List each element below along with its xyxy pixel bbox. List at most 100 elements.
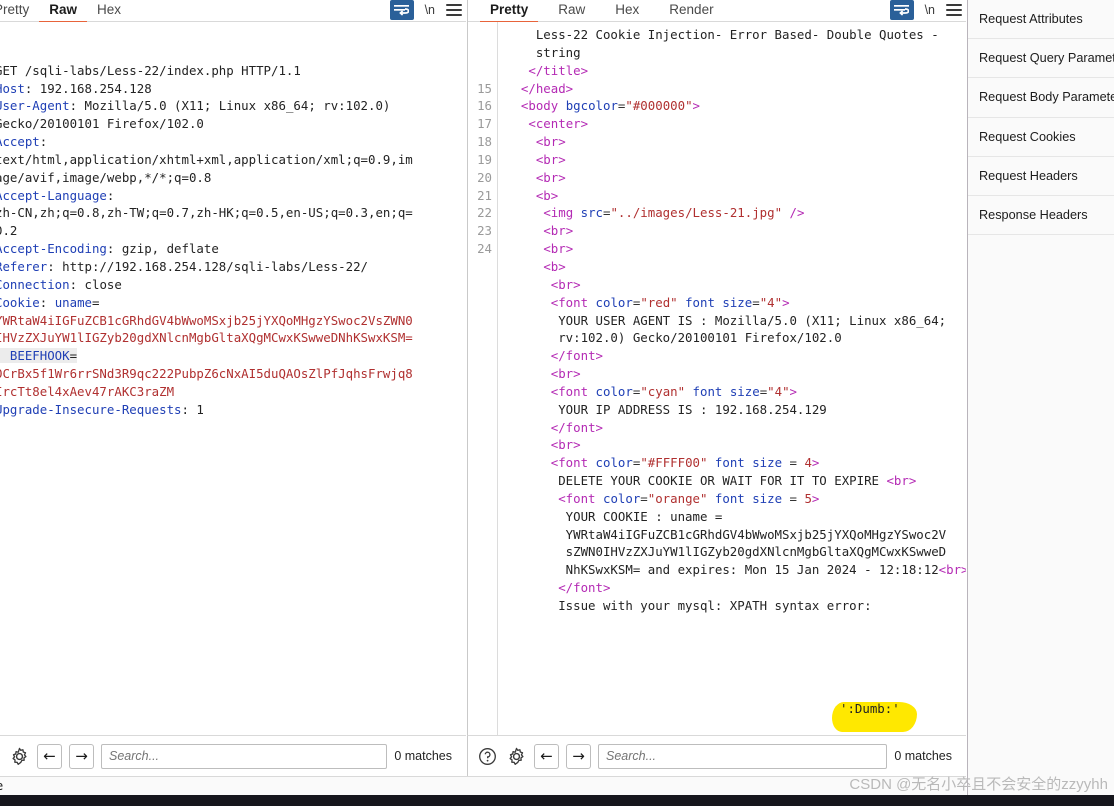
word-wrap-icon[interactable] xyxy=(889,0,914,20)
code-token: color xyxy=(588,383,633,399)
response-search-input[interactable] xyxy=(598,743,888,769)
code-line: <b> xyxy=(506,187,966,205)
code-line: YWRtaW4iIGFuZCB1cGRhdGV4bWwoMSxjb25jYXQo… xyxy=(0,312,466,330)
code-token: sZWN0IHVzZXJuYW1lIGZyb20gdXNlcnMgbGltaXQ… xyxy=(506,544,947,560)
code-token: Accept-Language xyxy=(0,187,107,203)
inspector-item-request-headers[interactable]: Request Headers xyxy=(968,157,1114,196)
code-line: <font color="red" font size="4"> xyxy=(506,294,966,312)
code-line: <br> xyxy=(506,169,966,187)
code-line: <font color="#FFFF00" font size = 4> xyxy=(506,454,966,472)
request-search-toolbar: ← → 0 matches xyxy=(0,735,466,776)
tab-response-pretty[interactable]: Pretty xyxy=(480,0,539,23)
code-token: <b> xyxy=(535,187,559,203)
tab-request-raw[interactable]: Raw xyxy=(39,0,88,23)
code-token: <font xyxy=(550,455,589,471)
tab-response-render[interactable]: Render xyxy=(659,0,723,21)
hamburger-menu-icon[interactable] xyxy=(946,4,962,16)
search-prev-button[interactable]: ← xyxy=(534,743,559,769)
code-line: YOUR IP ADDRESS IS : 192.168.254.129 xyxy=(506,401,966,419)
response-editor[interactable]: 15 16 17 18 19 20 21 22 23 24 Less-22 Cookie Inje… xyxy=(468,22,966,735)
tab-request-pretty[interactable]: Pretty xyxy=(0,0,39,21)
code-token: > xyxy=(811,490,820,506)
code-token: font size xyxy=(707,455,783,471)
tab-request-hex[interactable]: Hex xyxy=(87,0,131,21)
gear-icon[interactable] xyxy=(8,745,30,767)
code-line: User-Agent: Mozilla/5.0 (X11; Linux x86_… xyxy=(0,97,466,115)
code-line: <br> xyxy=(506,222,966,240)
code-token: age/avif,image/webp,*/*;q=0.8 xyxy=(0,169,212,185)
code-line: Issue with your mysql: XPATH syntax erro… xyxy=(506,597,966,615)
code-token: 0.2 xyxy=(0,223,18,239)
code-line: <body bgcolor="#000000"> xyxy=(506,97,966,115)
response-panel: Pretty Raw Hex Render \n 15 16 17 18 19 … xyxy=(467,0,966,806)
code-token: <br> xyxy=(535,134,566,150)
code-token: BEEFHOOK xyxy=(9,348,70,364)
code-token: "4" xyxy=(767,383,790,399)
code-token: <body xyxy=(520,98,559,114)
code-line: Cookie: uname= xyxy=(0,294,466,312)
newline-toggle-icon[interactable]: \n xyxy=(423,3,437,17)
request-tabbar: Pretty Raw Hex \n xyxy=(0,0,466,23)
request-search-input[interactable] xyxy=(101,743,388,769)
code-token: uname xyxy=(54,294,92,310)
code-token: GET /sqli-labs/Less-22/index.php HTTP/1.… xyxy=(0,62,301,78)
code-line: <font color="orange" font size = 5> xyxy=(506,490,966,508)
line-number: 22 xyxy=(477,205,492,221)
code-line: Host: 192.168.254.128 xyxy=(0,80,466,98)
code-token: = xyxy=(752,294,760,310)
code-line: YOUR COOKIE : uname = xyxy=(506,508,966,526)
code-line: YWRtaW4iIGFuZCB1cGRhdGV4bWwoMSxjb25jYXQo… xyxy=(506,526,966,544)
inspector-item-request-body-parameters[interactable]: Request Body Parameters xyxy=(968,78,1114,118)
code-token: YOUR IP ADDRESS IS : 192.168.254.129 xyxy=(506,401,827,417)
inspector-item-label: Request Query Parameters xyxy=(979,51,1114,66)
code-token: <br> xyxy=(550,437,581,453)
search-next-button[interactable]: → xyxy=(69,743,94,769)
code-line: 0.2 xyxy=(0,222,466,240)
inspector-item-request-query-parameters[interactable]: Request Query Parameters xyxy=(968,39,1114,79)
code-line: string xyxy=(506,44,966,62)
code-token: </font> xyxy=(550,348,603,364)
code-line: Connection: close xyxy=(0,276,466,294)
newline-toggle-icon[interactable]: \n xyxy=(923,3,937,17)
code-line: Accept-Encoding: gzip, deflate xyxy=(0,240,466,258)
code-line: age/avif,image/webp,*/*;q=0.8 xyxy=(0,169,466,187)
help-circle-icon[interactable] xyxy=(476,745,498,767)
code-token: <font xyxy=(550,383,589,399)
statusbar: e xyxy=(0,776,966,795)
code-token: YOUR USER AGENT IS : Mozilla/5.0 (X11; L… xyxy=(506,312,947,328)
code-line: ; BEEFHOOK= xyxy=(0,347,466,365)
code-token: : http://192.168.254.128/sqli-labs/Less-… xyxy=(47,258,368,274)
inspector-item-response-headers[interactable]: Response Headers xyxy=(968,196,1114,236)
line-number: 16 xyxy=(477,98,492,114)
code-token: "../images/Less-21.jpg" xyxy=(610,205,783,221)
gear-icon[interactable] xyxy=(505,745,527,767)
code-token: YOUR COOKIE : uname = xyxy=(506,508,723,524)
line-number xyxy=(468,62,497,80)
hamburger-menu-icon[interactable] xyxy=(446,4,462,16)
search-next-button[interactable]: → xyxy=(566,743,591,769)
tab-response-raw[interactable]: Raw xyxy=(548,0,595,21)
code-token: YWRtaW4iIGFuZCB1cGRhdGV4bWwoMSxjb25jYXQo… xyxy=(506,526,947,542)
request-editor[interactable]: GET /sqli-labs/Less-22/index.php HTTP/1.… xyxy=(0,22,466,735)
code-token: color xyxy=(588,455,633,471)
code-token: font size xyxy=(685,383,760,399)
code-line: <b> xyxy=(506,258,966,276)
word-wrap-icon[interactable] xyxy=(389,0,414,20)
code-token: Gecko/20100101 Firefox/102.0 xyxy=(0,116,204,132)
tab-response-hex[interactable]: Hex xyxy=(605,0,649,21)
search-prev-button[interactable]: ← xyxy=(37,743,62,769)
code-line: <br> xyxy=(506,151,966,169)
inspector-item-request-attributes[interactable]: Request Attributes xyxy=(968,0,1114,40)
code-token: </font> xyxy=(550,419,603,435)
code-token: Accept-Encoding xyxy=(0,241,107,257)
line-number: 17 xyxy=(477,116,492,132)
code-line: Less-22 Cookie Injection- Error Based- D… xyxy=(506,26,966,44)
inspector-item-request-cookies[interactable]: Request Cookies xyxy=(968,118,1114,157)
code-token: bgcolor xyxy=(558,98,618,114)
